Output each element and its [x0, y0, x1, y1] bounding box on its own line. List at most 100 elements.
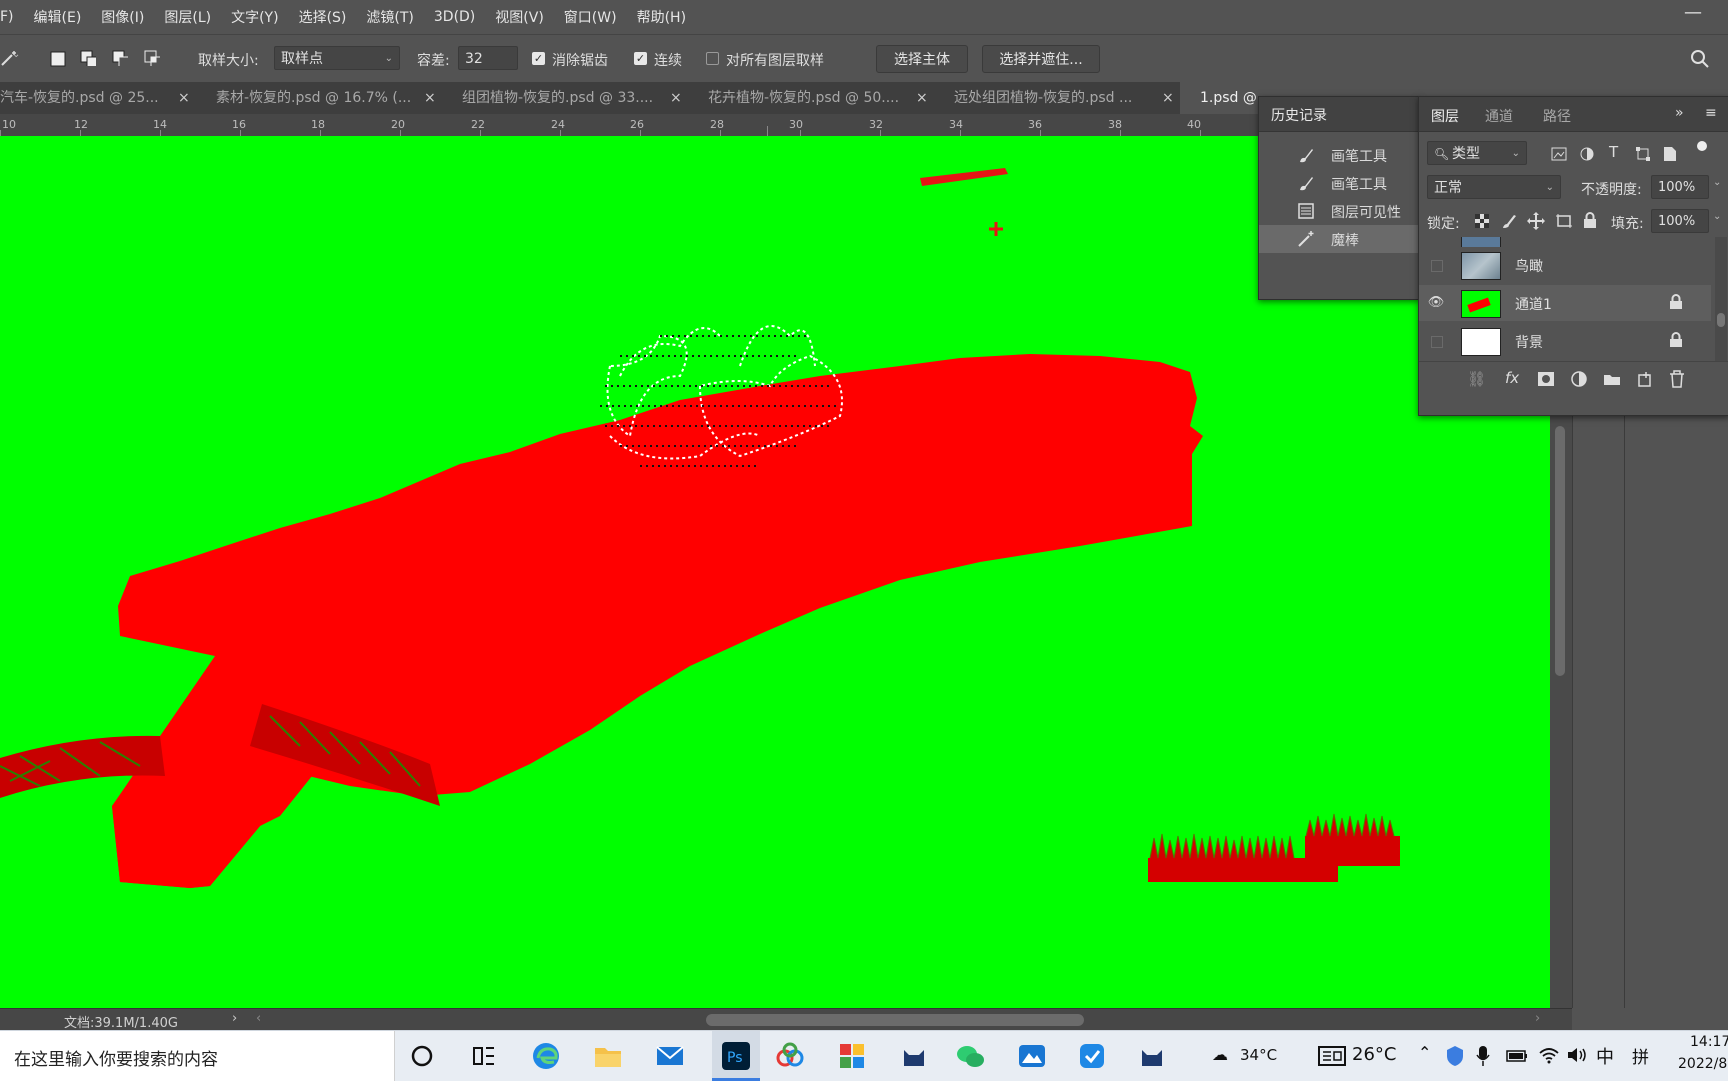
lark-app-icon[interactable]: [1076, 1040, 1108, 1072]
news-widget-icon[interactable]: [1318, 1046, 1346, 1066]
sample-all-layers-checkbox[interactable]: [706, 52, 719, 65]
layer-row[interactable]: 背景: [1419, 323, 1711, 359]
layers-scrollbar[interactable]: [1715, 237, 1727, 361]
tab-group-plants[interactable]: 组团植物-恢复的.psd @ 33.... ×: [442, 82, 688, 114]
fx-icon[interactable]: fx: [1505, 369, 1519, 387]
link-layers-icon[interactable]: ⛓︎: [1467, 370, 1486, 388]
menu-view[interactable]: 视图(V): [495, 7, 544, 27]
menu-image[interactable]: 图像(I): [101, 7, 144, 27]
lock-transparent-pixels-icon[interactable]: [1475, 214, 1489, 228]
layer-row-partial[interactable]: [1419, 237, 1711, 247]
status-arrow-icon[interactable]: ›: [232, 1011, 237, 1026]
visibility-toggle[interactable]: [1431, 260, 1443, 272]
ime-language[interactable]: 中: [1596, 1043, 1614, 1069]
history-item[interactable]: 画笔工具: [1259, 141, 1419, 169]
menu-file[interactable]: F): [0, 9, 14, 25]
lock-all-icon[interactable]: [1583, 212, 1597, 229]
tab-layers[interactable]: 图层: [1431, 106, 1459, 126]
lock-position-icon[interactable]: [1527, 212, 1545, 230]
intersect-selection-icon[interactable]: [144, 50, 160, 66]
edge-browser-icon[interactable]: [530, 1040, 562, 1072]
taskbar-search-input[interactable]: 在这里输入你要搜索的内容: [0, 1031, 395, 1081]
wechat-icon[interactable]: [954, 1040, 986, 1072]
panel-menu-icon[interactable]: ≡: [1705, 105, 1717, 121]
visibility-toggle[interactable]: [1431, 336, 1443, 348]
close-icon[interactable]: ×: [424, 82, 436, 114]
history-item-selected[interactable]: 魔棒: [1259, 225, 1419, 253]
app-store-icon[interactable]: [836, 1040, 868, 1072]
close-icon[interactable]: ×: [670, 82, 682, 114]
close-icon[interactable]: ×: [178, 82, 190, 114]
menu-3d[interactable]: 3D(D): [434, 9, 475, 25]
filter-smart-object-icon[interactable]: [1663, 146, 1677, 162]
weather-temperature-2[interactable]: 26°C: [1352, 1044, 1396, 1065]
tab-channels[interactable]: 通道: [1485, 106, 1513, 126]
weather-temperature[interactable]: 34°C: [1240, 1046, 1277, 1064]
lock-artboard-icon[interactable]: [1555, 213, 1573, 229]
tool-preset-chevron-icon[interactable]: ⌄: [12, 49, 20, 60]
chevron-down-icon[interactable]: ⌄: [1713, 177, 1721, 188]
menu-type[interactable]: 文字(Y): [231, 7, 278, 27]
minimize-icon[interactable]: —: [1684, 4, 1704, 24]
cat-app-icon[interactable]: [898, 1040, 930, 1072]
filter-adjustment-layer-icon[interactable]: [1579, 146, 1595, 162]
trash-icon[interactable]: [1669, 370, 1685, 388]
anti-alias-checkbox[interactable]: ✓: [532, 52, 545, 65]
eye-icon[interactable]: 👁︎: [1427, 295, 1445, 311]
menu-layer[interactable]: 图层(L): [164, 7, 211, 27]
search-icon[interactable]: [1690, 49, 1710, 69]
scrollbar-thumb[interactable]: [1717, 313, 1725, 327]
ime-mode[interactable]: 拼: [1632, 1043, 1649, 1068]
task-view-icon[interactable]: [468, 1040, 500, 1072]
select-subject-button[interactable]: 选择主体: [876, 45, 968, 73]
weather-cloud-icon[interactable]: ☁︎: [1212, 1045, 1228, 1064]
cat-app-icon-2[interactable]: [1136, 1040, 1168, 1072]
layer-filter-select[interactable]: 🔍︎ 类型 ⌄: [1427, 141, 1527, 165]
tab-material[interactable]: 素材-恢复的.psd @ 16.7% (... ×: [196, 82, 442, 114]
layer-row-selected[interactable]: 👁︎ 通道1: [1419, 285, 1711, 321]
menu-window[interactable]: 窗口(W): [564, 7, 617, 27]
menu-filter[interactable]: 滤镜(T): [366, 7, 413, 27]
menu-edit[interactable]: 编辑(E): [34, 7, 82, 27]
add-mask-icon[interactable]: [1537, 371, 1555, 387]
scrollbar-thumb[interactable]: [1555, 426, 1565, 676]
clock-time[interactable]: 14:17: [1690, 1034, 1728, 1050]
filter-type-layer-icon[interactable]: T: [1609, 143, 1618, 161]
baidu-netdisk-icon[interactable]: [774, 1040, 806, 1072]
new-layer-icon[interactable]: [1637, 371, 1653, 387]
lock-image-pixels-icon[interactable]: [1501, 213, 1517, 229]
filter-shape-layer-icon[interactable]: [1635, 146, 1651, 162]
blend-mode-select[interactable]: 正常 ⌄: [1427, 175, 1561, 199]
menu-help[interactable]: 帮助(H): [637, 7, 686, 27]
tab-paths[interactable]: 路径: [1543, 106, 1571, 126]
tab-active-1psd[interactable]: 1.psd @: [1180, 82, 1260, 114]
subtract-from-selection-icon[interactable]: [112, 50, 128, 66]
sample-size-select[interactable]: 取样点 ⌄: [274, 46, 400, 70]
select-and-mask-button[interactable]: 选择并遮住...: [982, 45, 1100, 73]
battery-icon[interactable]: [1506, 1048, 1528, 1064]
tab-flower-plants[interactable]: 花卉植物-恢复的.psd @ 50.... ×: [688, 82, 934, 114]
chevron-up-icon[interactable]: ⌃: [1418, 1043, 1431, 1062]
image-viewer-icon[interactable]: [1016, 1040, 1048, 1072]
security-icon[interactable]: [1446, 1045, 1464, 1067]
adjustment-layer-icon[interactable]: [1571, 371, 1587, 387]
fill-input[interactable]: 100%: [1651, 209, 1709, 233]
add-to-selection-icon[interactable]: [80, 50, 96, 66]
filter-toggle-icon[interactable]: [1697, 141, 1707, 151]
horizontal-scrollbar-thumb[interactable]: [706, 1014, 1084, 1026]
microphone-icon[interactable]: [1476, 1045, 1490, 1067]
photoshop-taskbar-button[interactable]: Ps: [712, 1031, 760, 1081]
mail-icon[interactable]: [654, 1040, 686, 1072]
filter-pixel-layer-icon[interactable]: [1551, 147, 1567, 161]
history-item[interactable]: 画笔工具: [1259, 169, 1419, 197]
scroll-right-icon[interactable]: ›: [1535, 1011, 1540, 1026]
close-icon[interactable]: ×: [916, 82, 928, 114]
tab-car[interactable]: 汽车-恢复的.psd @ 25... ×: [0, 82, 196, 114]
wifi-icon[interactable]: [1538, 1046, 1560, 1064]
tab-far-group-plants[interactable]: 远处组团植物-恢复的.psd ... ×: [934, 82, 1180, 114]
cortana-icon[interactable]: [406, 1040, 438, 1072]
layer-row[interactable]: 鸟瞰: [1419, 247, 1711, 283]
close-icon[interactable]: ×: [1162, 82, 1174, 114]
menu-select[interactable]: 选择(S): [299, 7, 347, 27]
collapse-panel-icon[interactable]: »: [1675, 105, 1684, 121]
